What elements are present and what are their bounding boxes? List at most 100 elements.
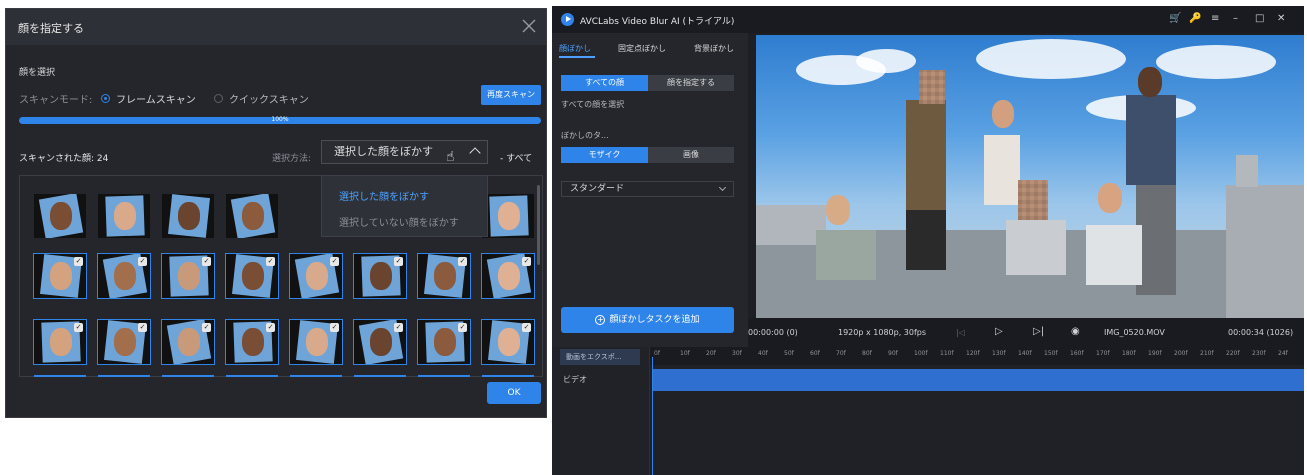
checkbox-checked-icon[interactable]: ✓ — [266, 257, 275, 266]
checkbox-checked-icon[interactable]: ✓ — [394, 257, 403, 266]
menu-item-blur-selected[interactable]: 選択した顔をぼかす — [339, 188, 429, 203]
chevron-up-icon — [469, 147, 481, 159]
face-thumbnail[interactable]: ✓ — [417, 253, 471, 299]
face-thumbnail[interactable]: ✓ — [481, 253, 535, 299]
mosaic-button[interactable]: モザイク — [561, 147, 648, 163]
key-icon[interactable]: 🔑 — [1189, 13, 1201, 24]
app-titlebar: AVCLabs Video Blur AI (トライアル) 🛒 🔑 ≡ – □ … — [552, 6, 1304, 33]
face-thumbnail[interactable]: ✓ — [161, 253, 215, 299]
specify-faces-button[interactable]: 顔を指定する — [648, 75, 734, 91]
radio-frame-scan[interactable]: フレームスキャン — [101, 91, 196, 106]
face-image — [306, 262, 328, 290]
menu-icon[interactable]: ≡ — [1211, 13, 1219, 24]
playback-controls: 00:00:00 (0) 1920p x 1080p, 30fps |◁ ▷ ▷… — [748, 318, 1304, 347]
face-thumbnail[interactable]: ✓ — [33, 253, 87, 299]
checkbox-checked-icon[interactable]: ✓ — [330, 323, 339, 332]
image-button[interactable]: 画像 — [648, 147, 734, 163]
ruler-tick-label: 24f — [1278, 350, 1288, 357]
video-track-clip[interactable] — [652, 369, 1304, 391]
checkbox-checked-icon[interactable]: ✓ — [522, 257, 531, 266]
checkbox-checked-icon[interactable]: ✓ — [74, 257, 83, 266]
face-image — [434, 262, 456, 290]
selection-underline — [162, 375, 214, 377]
face-thumbnail[interactable] — [98, 194, 150, 238]
face-thumbnail[interactable]: ✓ — [161, 319, 215, 365]
chevron-down-icon — [718, 183, 727, 192]
maximize-icon[interactable]: □ — [1255, 13, 1264, 24]
timeline: 動画をエクスポ... ビデオ 0f 10f 20f 30f 40f 50f 60f 70f 80… — [552, 347, 1304, 475]
checkbox-checked-icon[interactable]: ✓ — [458, 257, 467, 266]
face-image — [498, 262, 520, 290]
selection-method-label: 選択方法: — [272, 154, 312, 164]
face-select-dialog: 顔を指定する 顔を選択 スキャンモード: フレームスキャン クイックスキャン 再… — [5, 8, 547, 418]
blur-level-select[interactable]: スタンダード — [561, 181, 734, 197]
face-thumbnail[interactable]: ✓ — [417, 319, 471, 365]
close-icon[interactable]: ✕ — [1277, 13, 1285, 24]
radio-label: クイックスキャン — [229, 95, 309, 106]
checkbox-checked-icon[interactable]: ✓ — [202, 323, 211, 332]
tab-face-blur[interactable]: 顔ぼかし — [559, 43, 591, 54]
tab-fixed-point-blur[interactable]: 固定点ぼかし — [618, 43, 666, 54]
cart-icon[interactable]: 🛒 — [1169, 13, 1181, 24]
blurred-face — [1018, 180, 1048, 220]
face-image — [498, 202, 520, 230]
grid-scrollbar[interactable] — [537, 185, 540, 265]
close-icon[interactable] — [520, 17, 538, 35]
checkbox-checked-icon[interactable]: ✓ — [74, 323, 83, 332]
play-icon[interactable]: ▷ — [995, 326, 1003, 337]
checkbox-checked-icon[interactable]: ✓ — [138, 323, 147, 332]
face-thumbnail[interactable]: ✓ — [225, 319, 279, 365]
progress-label: 100% — [271, 116, 289, 123]
scan-mode-label: スキャンモード: — [19, 95, 93, 106]
filename: IMG_0520.MOV — [1104, 328, 1165, 337]
face-thumbnail[interactable]: ✓ — [289, 253, 343, 299]
prev-frame-icon[interactable]: |◁ — [956, 328, 965, 337]
eye-icon[interactable]: ◉ — [1071, 326, 1080, 337]
face-thumbnail[interactable]: ✓ — [289, 319, 343, 365]
selection-method-dropdown[interactable]: 選択した顔をぼかす — [321, 140, 488, 164]
checkbox-checked-icon[interactable]: ✓ — [138, 257, 147, 266]
ruler-tick-label: 70f — [836, 350, 846, 357]
blurred-face — [919, 70, 945, 104]
face-thumbnail[interactable] — [162, 194, 214, 238]
face-thumbnail[interactable]: ✓ — [353, 319, 407, 365]
blur-type-label: ぼかしのタ... — [561, 131, 609, 140]
ok-button[interactable]: OK — [487, 382, 541, 404]
face-thumbnail[interactable] — [34, 194, 86, 238]
face-thumbnail[interactable] — [226, 194, 278, 238]
ruler-tick-label: 40f — [758, 350, 768, 357]
next-frame-icon[interactable]: ▷| — [1033, 326, 1044, 337]
ruler-tick-label: 220f — [1226, 350, 1240, 357]
menu-item-blur-unselected[interactable]: 選択していない顔をぼかす — [339, 214, 459, 229]
face-thumbnail[interactable]: ✓ — [225, 253, 279, 299]
rescan-button[interactable]: 再度スキャン — [481, 85, 541, 105]
face-thumbnail[interactable] — [482, 194, 534, 238]
face-thumbnail[interactable]: ✓ — [33, 319, 87, 365]
ruler-tick-label: 160f — [1070, 350, 1084, 357]
face-image — [434, 328, 456, 356]
selection-method-menu: 選択した顔をぼかす 選択していない顔をぼかす — [321, 175, 488, 237]
checkbox-checked-icon[interactable]: ✓ — [394, 323, 403, 332]
face-thumbnail[interactable]: ✓ — [97, 319, 151, 365]
checkbox-checked-icon[interactable]: ✓ — [522, 323, 531, 332]
checkbox-checked-icon[interactable]: ✓ — [202, 257, 211, 266]
select-all-label[interactable]: - すべて — [500, 151, 532, 164]
radio-unselected-icon — [214, 94, 223, 103]
radio-quick-scan[interactable]: クイックスキャン — [214, 91, 309, 106]
selection-underline — [226, 375, 278, 377]
checkbox-checked-icon[interactable]: ✓ — [330, 257, 339, 266]
all-faces-button[interactable]: すべての顔 — [561, 75, 648, 91]
radio-selected-icon — [101, 94, 110, 103]
minimize-icon[interactable]: – — [1233, 13, 1238, 24]
export-video-button[interactable]: 動画をエクスポ... — [560, 349, 640, 365]
checkbox-checked-icon[interactable]: ✓ — [266, 323, 275, 332]
face-thumbnail[interactable]: ✓ — [97, 253, 151, 299]
face-thumbnail[interactable]: ✓ — [481, 319, 535, 365]
selection-underline — [34, 375, 86, 377]
checkbox-checked-icon[interactable]: ✓ — [458, 323, 467, 332]
tab-background-blur[interactable]: 背景ぼかし — [694, 43, 734, 54]
face-thumbnail[interactable]: ✓ — [353, 253, 407, 299]
selection-underline — [290, 375, 342, 377]
add-blur-task-button[interactable]: + 顔ぼかしタスクを追加 — [561, 307, 734, 333]
playhead[interactable] — [652, 357, 653, 475]
